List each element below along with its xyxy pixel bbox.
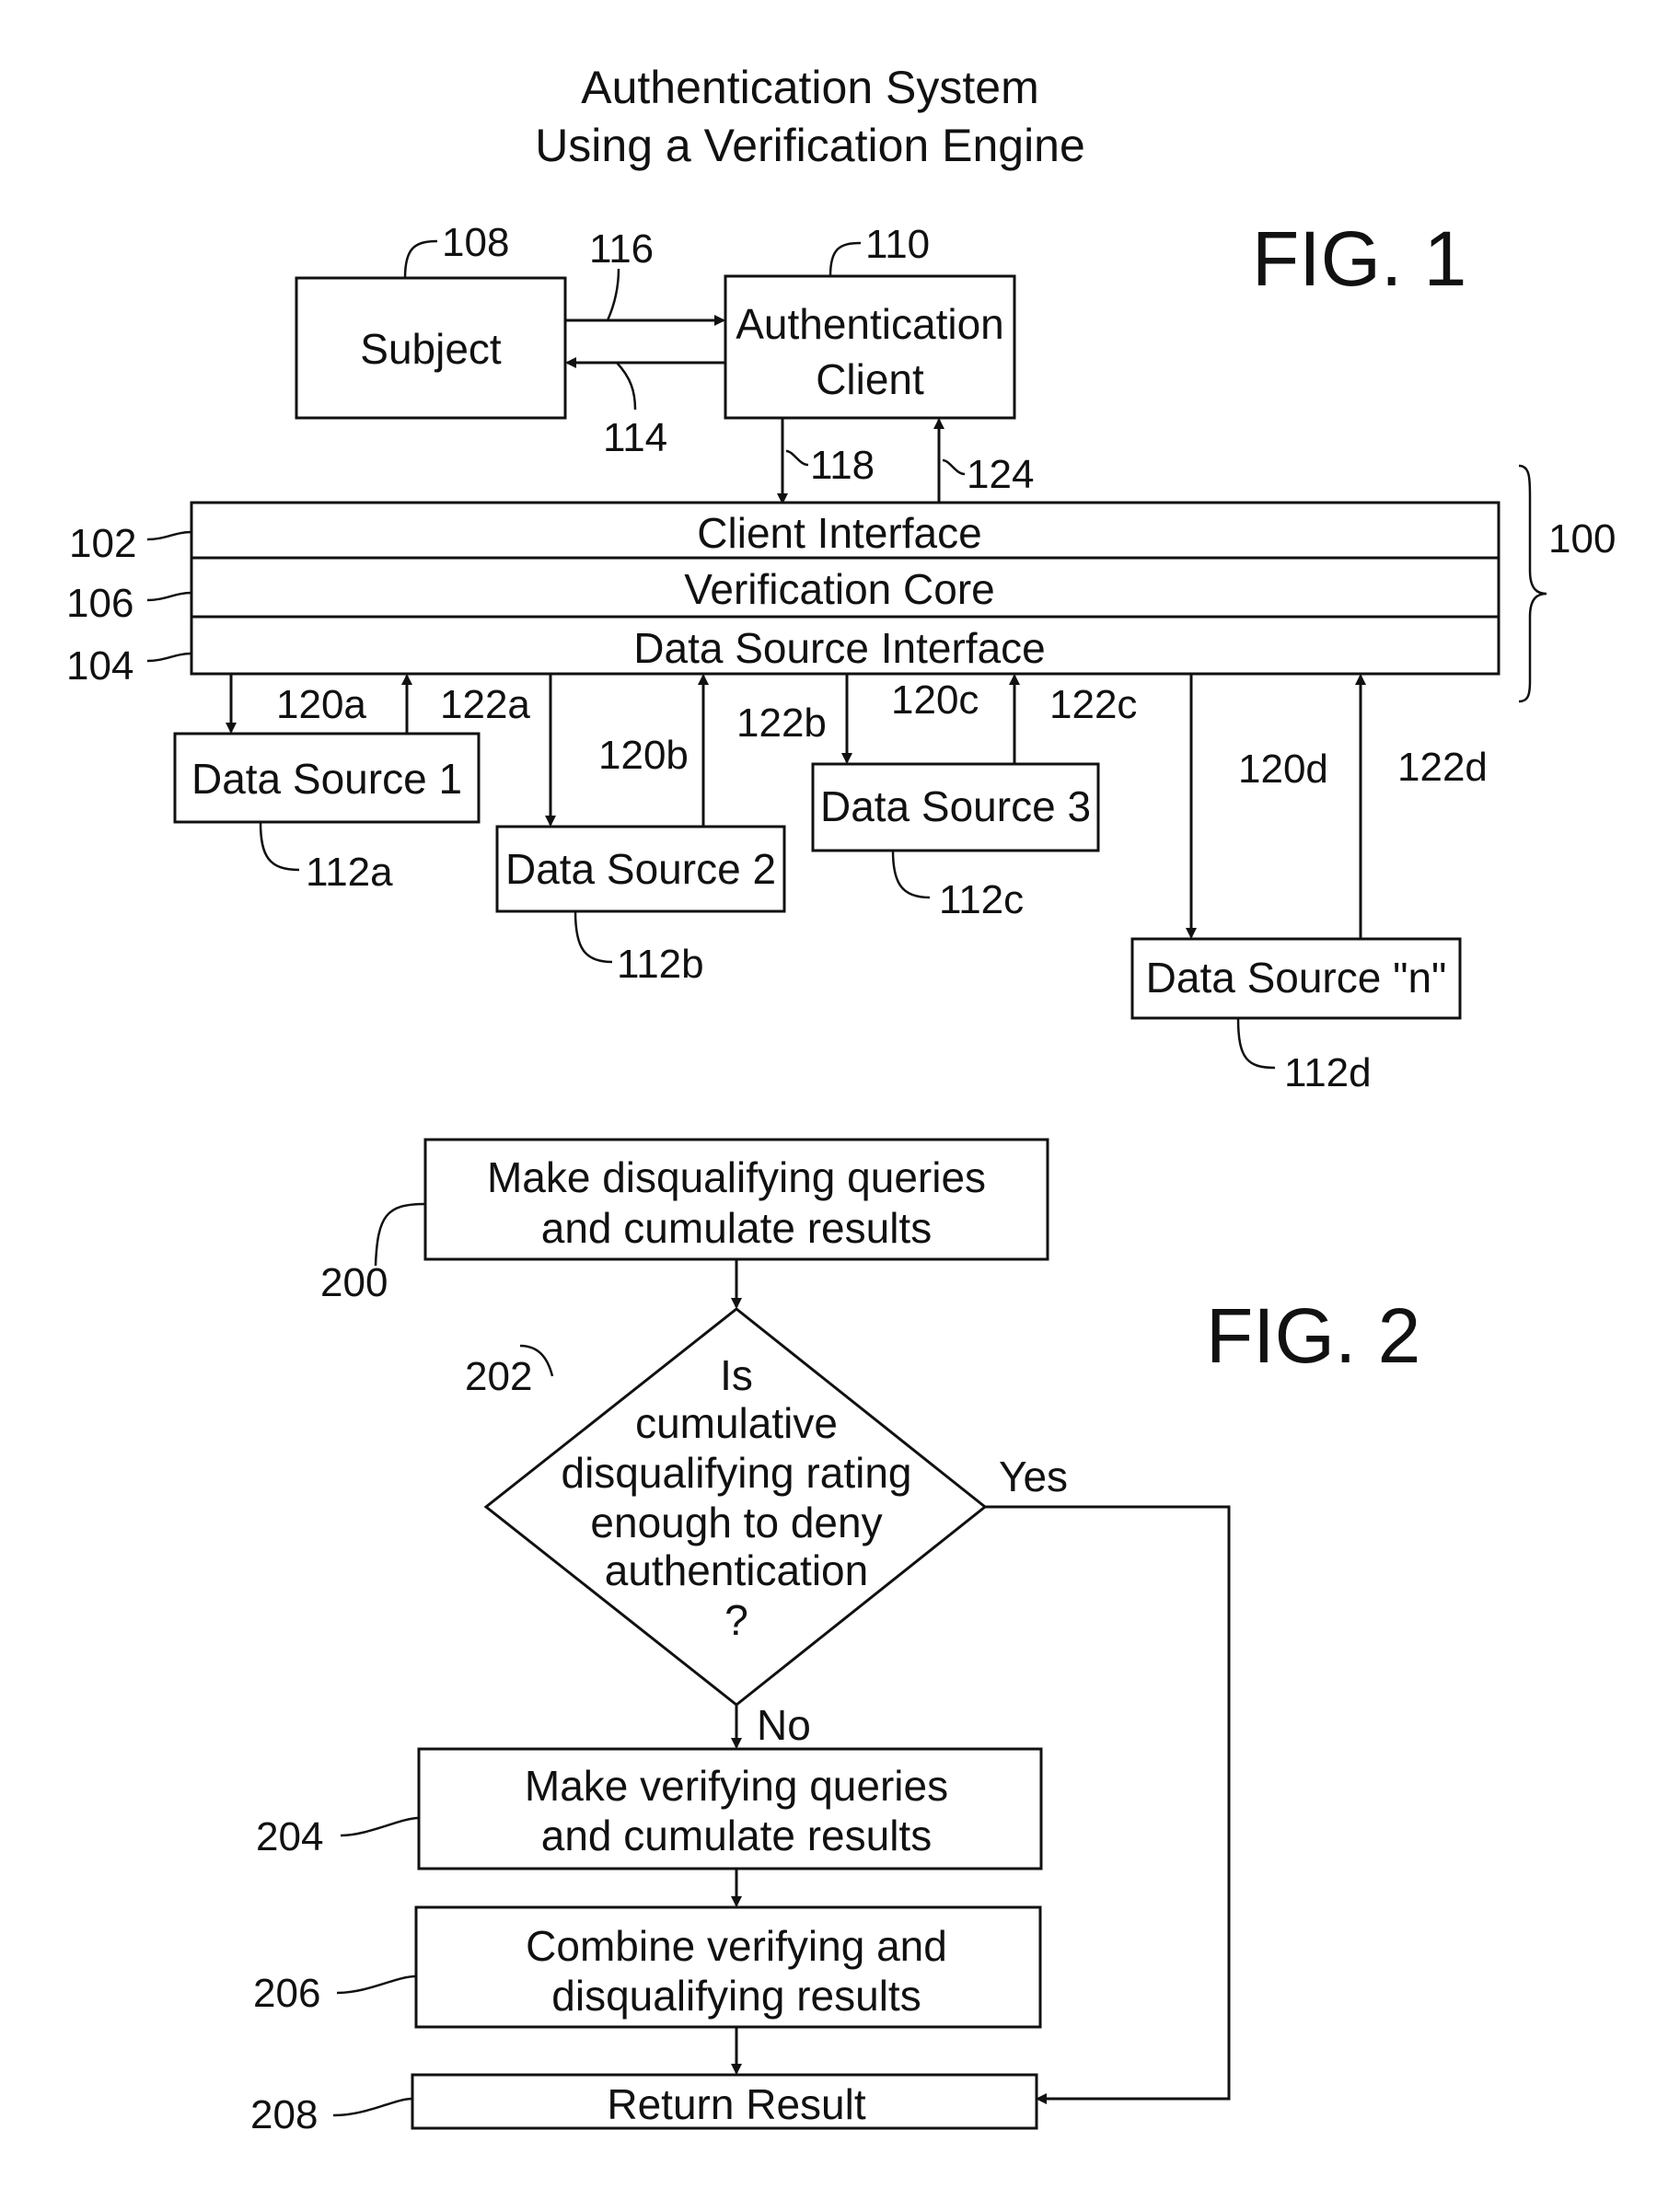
step-208-ref: 208 [250,2092,318,2137]
patent-drawing-sheet: Authentication System Using a Verificati… [0,0,1680,2200]
data-source-3-label: Data Source 3 [820,782,1091,830]
auth-client-box: Authentication Client 110 [724,222,1016,420]
verification-engine: Client Interface Verification Core Data … [66,464,1616,703]
data-source-2-label: Data Source 2 [505,845,776,893]
auth-client-ref: 110 [865,222,930,267]
arrow-122c-ref: 122c [1049,682,1137,727]
decision-line2: cumulative [635,1399,838,1447]
subject-box: Subject 108 [295,220,567,420]
arrow-114-ref: 114 [603,415,667,460]
arrow-120a-ref: 120a [276,682,366,727]
data-source-3-ref: 112c [939,877,1024,922]
fig1-label: FIG. 1 [1252,215,1466,302]
auth-client-line1: Authentication [736,300,1004,348]
arrow-120d-ref: 120d [1238,747,1328,792]
data-source-2-ref: 112b [617,942,704,987]
no-label: No [757,1701,811,1749]
data-source-interface-label: Data Source Interface [633,624,1045,672]
step-204: Make verifying queries and cumulate resu… [256,1747,1043,1870]
step-206-line2: disqualifying results [551,1972,921,2020]
arrow-116-ref: 116 [589,226,654,272]
yes-label: Yes [999,1453,1068,1500]
data-source-interface-ref: 104 [66,643,133,689]
step-200-line2: and cumulate results [541,1204,932,1252]
verification-core-ref: 106 [66,581,133,626]
auth-client-line2: Client [816,355,924,403]
step-204-line2: and cumulate results [541,1812,932,1859]
subject-ref: 108 [442,220,509,265]
arrow-120b-ref: 120b [598,733,689,778]
arrow-118-ref: 118 [810,443,875,488]
title-line2: Using a Verification Engine [535,120,1085,171]
client-interface-label: Client Interface [697,509,981,557]
arrow-122a-ref: 122a [440,682,530,727]
arrow-122d-ref: 122d [1397,745,1488,790]
verification-core-label: Verification Core [684,565,995,613]
decision-line4: enough to deny [590,1499,882,1546]
step-208: Return Result 208 [250,2073,1038,2137]
title-line1: Authentication System [581,62,1039,113]
data-source-n: Data Source "n" 120d 122d 112d [1130,674,1488,1095]
arrow-122b-ref: 122b [736,701,827,746]
arrow-120c-ref: 120c [891,677,979,723]
decision-line5: authentication [605,1546,868,1594]
data-source-2: Data Source 2 120b 122b 112b [495,674,827,987]
step-200-line1: Make disqualifying queries [487,1153,986,1201]
arrow-124-ref: 124 [967,452,1034,497]
step-204-ref: 204 [256,1814,323,1859]
data-source-1-label: Data Source 1 [191,755,462,803]
data-source-n-label: Data Source "n" [1146,954,1447,1002]
decision-202: Is cumulative disqualifying rating enoug… [465,1307,1068,1749]
subject-label: Subject [360,325,502,373]
engine-ref: 100 [1548,516,1616,562]
step-206-ref: 206 [253,1971,320,2016]
fig2-label: FIG. 2 [1206,1292,1420,1379]
decision-ref: 202 [465,1354,532,1399]
step-208-line1: Return Result [607,2080,865,2128]
data-source-1-ref: 112a [306,850,393,895]
engine-brace [1518,464,1547,703]
step-200: Make disqualifying queries and cumulate … [320,1138,1049,1305]
diagram-svg: Authentication System Using a Verificati… [66,62,1616,2137]
step-204-line1: Make verifying queries [525,1762,948,1810]
data-source-n-ref: 112d [1284,1050,1372,1095]
data-source-1: Data Source 1 120a 122a 112a [173,674,530,895]
data-source-3: Data Source 3 120c 122c 112c [811,674,1137,922]
client-interface-ref: 102 [69,521,136,566]
decision-line6: ? [724,1596,748,1644]
decision-line3: disqualifying rating [561,1449,911,1497]
step-200-ref: 200 [320,1260,388,1305]
decision-line1: Is [720,1351,753,1399]
step-206: Combine verifying and disqualifying resu… [253,1905,1042,2029]
step-206-line1: Combine verifying and [526,1922,947,1970]
